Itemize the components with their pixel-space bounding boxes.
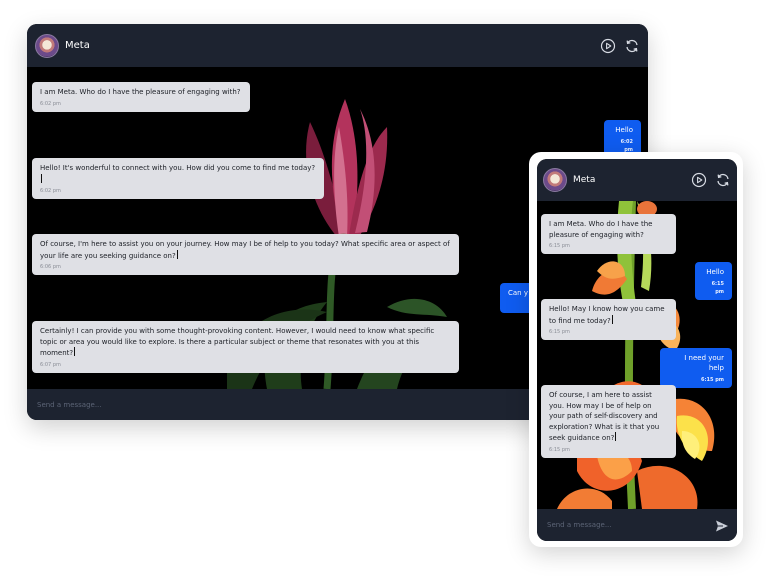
- message-text: Of course, I am here to assist you. How …: [549, 391, 660, 443]
- bot-name: Meta: [573, 175, 596, 185]
- message-time: 6:07 pm: [40, 361, 61, 368]
- message-time: 6:02 pm: [40, 100, 61, 107]
- message-time: 6:15 pm: [711, 281, 724, 295]
- bot-avatar: [35, 33, 59, 58]
- message-input-bar[interactable]: Send a message...: [537, 509, 737, 541]
- message-time: 6:15 pm: [701, 377, 724, 383]
- message-time: 6:02 pm: [40, 188, 61, 194]
- typing-caret: [611, 314, 613, 324]
- typing-caret: [176, 249, 178, 259]
- message-text: I am Meta. Who do I have the pleasure of…: [40, 88, 241, 96]
- chat-area[interactable]: I am Meta. Who do I have the pleasure of…: [537, 201, 737, 509]
- message-text: Hello! May I know how you came to find m…: [549, 305, 665, 325]
- message-time: 6:15 pm: [549, 446, 570, 453]
- message-input[interactable]: Send a message...: [37, 401, 102, 409]
- message-text: Of course, I'm here to assist you on you…: [40, 240, 450, 260]
- bot-message: Certainly! I can provide you with some t…: [32, 321, 459, 373]
- message-text: Hello: [615, 126, 633, 134]
- bot-message: I am Meta. Who do I have the pleasure of…: [541, 214, 676, 255]
- refresh-icon[interactable]: [715, 172, 731, 188]
- mobile-chat-window: Meta I am Meta. Who do I have the pleasu…: [537, 159, 737, 541]
- message-text: Hello: [706, 268, 724, 276]
- message-text: I am Meta. Who do I have the pleasure of…: [549, 220, 653, 239]
- message-time: 6:15 pm: [549, 329, 570, 336]
- message-input[interactable]: Send a message...: [547, 521, 612, 529]
- send-icon[interactable]: [715, 518, 729, 532]
- user-message: Hello 6:15 pm: [695, 262, 732, 300]
- play-circle-icon[interactable]: [600, 38, 616, 54]
- message-time: 6:06 pm: [40, 264, 61, 270]
- bot-message: Hello! May I know how you came to find m…: [541, 299, 676, 341]
- chat-header: Meta: [537, 159, 737, 201]
- refresh-icon[interactable]: [624, 38, 640, 54]
- typing-caret: [74, 347, 76, 356]
- chat-header: Meta: [27, 24, 648, 67]
- bot-message: Of course, I'm here to assist you on you…: [32, 234, 459, 275]
- user-message: I need your help 6:15 pm: [660, 348, 732, 388]
- bot-name: Meta: [65, 40, 90, 51]
- bot-message: Of course, I am here to assist you. How …: [541, 385, 676, 458]
- message-text: I need your help: [684, 354, 724, 372]
- bot-message: Hello! It's wonderful to connect with yo…: [32, 158, 324, 199]
- typing-caret: [41, 173, 42, 183]
- typing-caret: [615, 432, 617, 442]
- bot-avatar: [543, 168, 567, 192]
- message-text: Hello! It's wonderful to connect with yo…: [40, 164, 316, 172]
- message-time: 6:15 pm: [549, 243, 570, 250]
- play-circle-icon[interactable]: [691, 172, 707, 188]
- bot-message: I am Meta. Who do I have the pleasure of…: [32, 82, 250, 112]
- message-text: Certainly! I can provide you with some t…: [40, 327, 435, 357]
- message-text: Can y: [508, 289, 528, 297]
